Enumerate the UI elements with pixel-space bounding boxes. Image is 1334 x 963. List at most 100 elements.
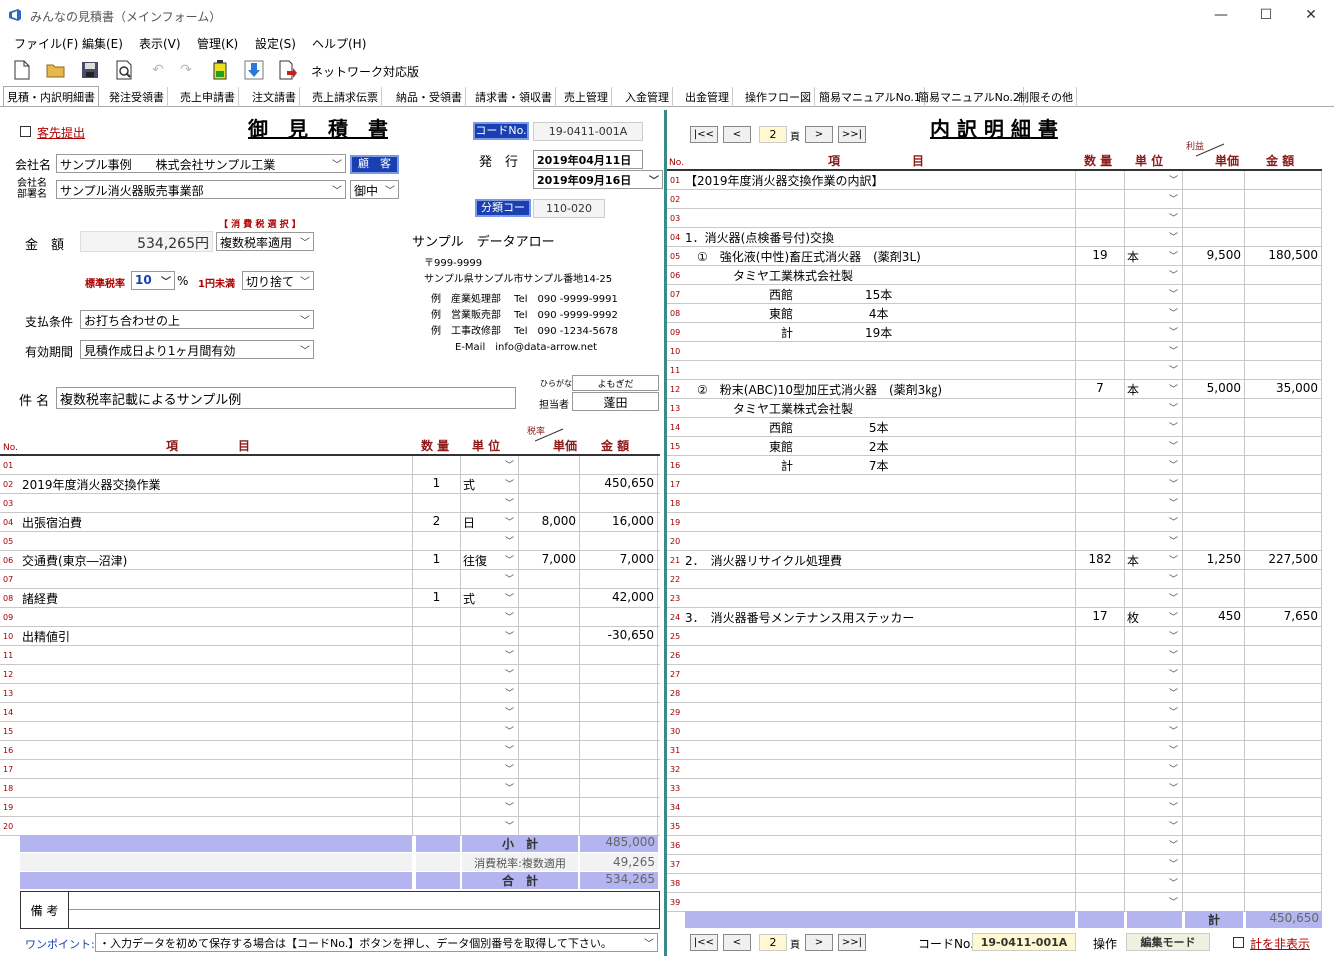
unit-cell[interactable]: ﹀ — [461, 494, 519, 513]
menu-help[interactable]: ヘルプ(H) — [312, 35, 366, 52]
amount-cell[interactable] — [1245, 171, 1322, 190]
amount-cell[interactable] — [580, 722, 658, 741]
price-cell[interactable] — [519, 684, 580, 703]
price-cell[interactable] — [1183, 285, 1245, 304]
amount-cell[interactable] — [1245, 779, 1322, 798]
item-cell[interactable] — [683, 665, 1076, 684]
download-icon[interactable] — [242, 58, 266, 82]
honorific-select[interactable]: 御中 ﹀ — [350, 180, 399, 199]
item-cell[interactable] — [683, 570, 1076, 589]
qty-cell[interactable] — [413, 817, 461, 836]
item-cell[interactable] — [20, 817, 413, 836]
person-input[interactable]: 蓬田 — [572, 392, 659, 411]
price-cell[interactable] — [1183, 741, 1245, 760]
price-cell[interactable] — [1183, 570, 1245, 589]
price-cell[interactable] — [1183, 703, 1245, 722]
qty-cell[interactable] — [1076, 285, 1125, 304]
unit-cell[interactable]: ﹀ — [461, 779, 519, 798]
unit-cell[interactable]: ﹀ — [1125, 494, 1183, 513]
tab-estimate[interactable]: 見積・内訳明細書 — [3, 86, 99, 106]
item-cell[interactable] — [683, 817, 1076, 836]
amount-cell[interactable]: -30,650 — [580, 627, 658, 646]
item-cell[interactable] — [20, 456, 413, 475]
redo-icon[interactable]: ↷ — [174, 58, 198, 82]
qty-cell[interactable] — [1076, 760, 1125, 779]
price-cell[interactable] — [519, 646, 580, 665]
amount-cell[interactable] — [1245, 399, 1322, 418]
unit-cell[interactable]: 枚 ﹀ — [1125, 608, 1183, 627]
bottom-next-page-button[interactable]: > — [805, 934, 833, 951]
unit-cell[interactable]: ﹀ — [1125, 342, 1183, 361]
item-cell[interactable] — [683, 589, 1076, 608]
print-preview-icon[interactable] — [112, 58, 136, 82]
tab-flow-chart[interactable]: 操作フロー図 — [742, 87, 815, 107]
amount-cell[interactable] — [580, 646, 658, 665]
unit-cell[interactable]: 本 ﹀ — [1125, 247, 1183, 266]
qty-cell[interactable]: 19 — [1076, 247, 1125, 266]
amount-cell[interactable]: 227,500 — [1245, 551, 1322, 570]
item-cell[interactable] — [683, 779, 1076, 798]
first-page-button[interactable]: |<< — [690, 126, 718, 143]
item-cell[interactable] — [20, 608, 413, 627]
amount-cell[interactable]: 16,000 — [580, 513, 658, 532]
amount-cell[interactable] — [1245, 513, 1322, 532]
item-cell[interactable] — [683, 836, 1076, 855]
item-cell[interactable] — [20, 798, 413, 817]
tab-payment-in[interactable]: 入金管理 — [622, 87, 673, 107]
unit-cell[interactable]: ﹀ — [1125, 171, 1183, 190]
item-cell[interactable] — [683, 513, 1076, 532]
item-cell[interactable] — [683, 798, 1076, 817]
qty-cell[interactable] — [1076, 437, 1125, 456]
tab-invoice-receipt[interactable]: 請求書・領収書 — [472, 87, 556, 107]
unit-cell[interactable]: ﹀ — [461, 665, 519, 684]
price-cell[interactable] — [1183, 266, 1245, 285]
item-cell[interactable]: ① 強化液(中性)畜圧式消火器 (薬剤3L) — [683, 247, 1076, 266]
item-cell[interactable] — [20, 665, 413, 684]
tab-manual-1[interactable]: 簡易マニュアルNo.1 — [816, 87, 925, 107]
qty-cell[interactable] — [413, 570, 461, 589]
unit-cell[interactable]: ﹀ — [1125, 741, 1183, 760]
item-cell[interactable] — [683, 684, 1076, 703]
qty-cell[interactable] — [1076, 741, 1125, 760]
amount-cell[interactable]: 7,650 — [1245, 608, 1322, 627]
export-icon[interactable] — [276, 58, 300, 82]
amount-cell[interactable] — [1245, 304, 1322, 323]
unit-cell[interactable]: ﹀ — [1125, 798, 1183, 817]
tab-other[interactable]: 制限その他 — [1015, 87, 1077, 107]
unit-cell[interactable]: ﹀ — [1125, 570, 1183, 589]
qty-cell[interactable] — [1076, 304, 1125, 323]
bottom-prev-page-button[interactable]: < — [723, 934, 751, 951]
qty-cell[interactable]: 1 — [413, 551, 461, 570]
unit-cell[interactable]: 往復 ﹀ — [461, 551, 519, 570]
qty-cell[interactable] — [1076, 589, 1125, 608]
prev-page-button[interactable]: < — [723, 126, 751, 143]
qty-cell[interactable] — [1076, 399, 1125, 418]
qty-cell[interactable] — [1076, 722, 1125, 741]
price-cell[interactable] — [519, 532, 580, 551]
amount-cell[interactable] — [580, 684, 658, 703]
item-cell[interactable]: 出張宿泊費 — [20, 513, 413, 532]
price-cell[interactable] — [519, 798, 580, 817]
price-cell[interactable] — [1183, 627, 1245, 646]
item-cell[interactable]: 西館 15本 — [683, 285, 1076, 304]
price-cell[interactable] — [519, 779, 580, 798]
amount-cell[interactable]: 180,500 — [1245, 247, 1322, 266]
price-cell[interactable] — [1183, 684, 1245, 703]
price-cell[interactable] — [1183, 494, 1245, 513]
tab-payment-out[interactable]: 出金管理 — [682, 87, 733, 107]
amount-cell[interactable] — [1245, 475, 1322, 494]
item-cell[interactable] — [20, 760, 413, 779]
send-label[interactable]: 客先提出 — [37, 124, 85, 141]
unit-cell[interactable]: ﹀ — [461, 703, 519, 722]
price-cell[interactable] — [519, 494, 580, 513]
price-cell[interactable] — [519, 703, 580, 722]
qty-cell[interactable] — [413, 703, 461, 722]
tab-sales-application[interactable]: 売上申請書 — [177, 87, 239, 107]
qty-cell[interactable] — [1076, 703, 1125, 722]
item-cell[interactable]: ② 粉末(ABC)10型加圧式消火器 (薬剤3㎏) — [683, 380, 1076, 399]
unit-cell[interactable]: ﹀ — [1125, 722, 1183, 741]
price-cell[interactable] — [1183, 475, 1245, 494]
item-cell[interactable] — [20, 684, 413, 703]
qty-cell[interactable] — [1076, 323, 1125, 342]
unit-cell[interactable]: ﹀ — [461, 456, 519, 475]
